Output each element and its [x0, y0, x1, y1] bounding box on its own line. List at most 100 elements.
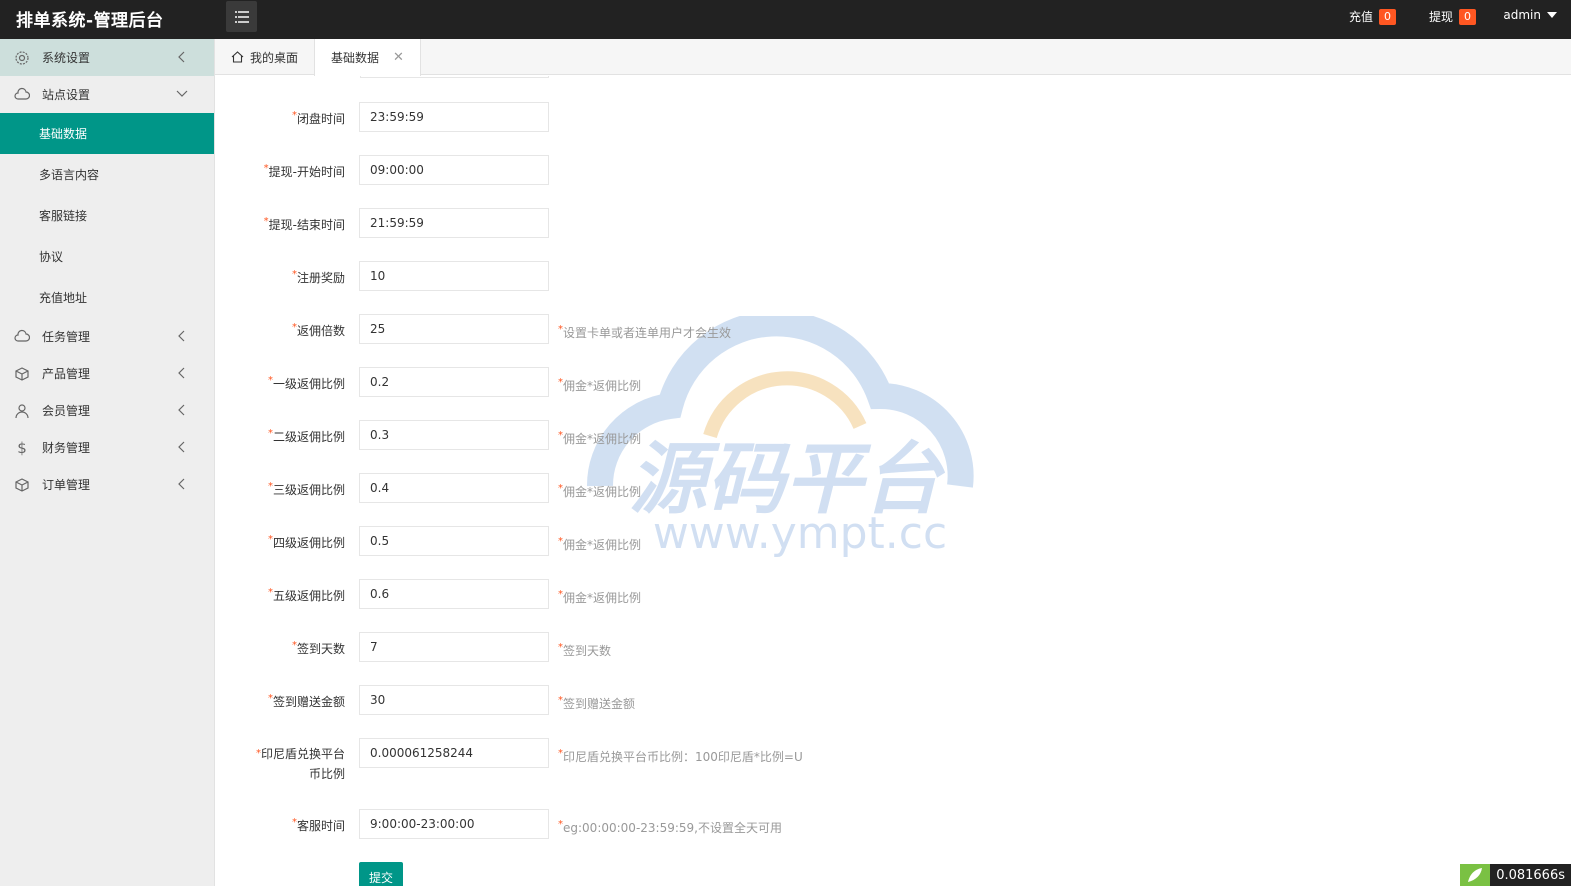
recharge-count-badge: 0	[1379, 8, 1397, 25]
sidebar-group-label: 财务管理	[42, 441, 91, 455]
sidebar-group-members[interactable]: 会员管理	[0, 392, 214, 429]
box-icon	[14, 477, 30, 493]
form-row: *返佣倍数 *设置卡单或者连单用户才会生效	[215, 314, 1215, 344]
list-icon	[234, 10, 249, 23]
recharge-label: 充值	[1349, 10, 1374, 24]
form-row: *客服时间 *eg:00:00:00-23:59:59,不设置全天可用	[215, 809, 1215, 839]
close-icon[interactable]: ✕	[393, 50, 404, 65]
chevron-left-icon	[178, 330, 185, 342]
level3-ratio-input[interactable]	[359, 473, 549, 503]
sidebar-item-agreement[interactable]: 协议	[0, 236, 214, 277]
field-hint: *签到赠送金额	[558, 695, 636, 711]
chevron-left-icon	[178, 51, 185, 63]
chevron-left-icon	[178, 404, 185, 416]
sidebar-group-system-settings[interactable]: 系统设置	[0, 39, 214, 76]
cloud-icon	[14, 329, 30, 345]
sidebar-group-label: 任务管理	[42, 330, 91, 344]
form-row: *四级返佣比例 *佣金*返佣比例	[215, 526, 1215, 556]
form-row: *一级返佣比例 *佣金*返佣比例	[215, 367, 1215, 397]
level2-ratio-input[interactable]	[359, 420, 549, 450]
form-row: *注册奖励	[215, 261, 1215, 291]
app-title: 排单系统-管理后台	[16, 11, 164, 31]
close-time-input[interactable]	[359, 102, 549, 132]
sidebar-group-products[interactable]: 产品管理	[0, 355, 214, 392]
gear-icon	[14, 50, 30, 66]
chevron-left-icon	[178, 478, 185, 490]
field-label: *一级返佣比例	[267, 375, 345, 391]
checkin-bonus-input[interactable]	[359, 685, 549, 715]
withdraw-end-time-input[interactable]	[359, 208, 549, 238]
tab-label: 基础数据	[331, 51, 380, 65]
form-row: *闭盘时间	[215, 102, 1215, 132]
commission-multiplier-input[interactable]	[359, 314, 549, 344]
tab-my-desktop[interactable]: 我的桌面	[215, 39, 314, 75]
sidebar-group-finance[interactable]: $ 财务管理	[0, 429, 214, 466]
field-hint: *设置卡单或者连单用户才会生效	[558, 324, 732, 340]
recharge-link[interactable]: 充值 0	[1349, 8, 1397, 25]
field-hint: *佣金*返佣比例	[558, 536, 642, 552]
sidebar-group-label: 产品管理	[42, 367, 91, 381]
field-label: *四级返佣比例	[267, 534, 345, 550]
field-label: *五级返佣比例	[267, 587, 345, 603]
chevron-left-icon	[178, 441, 185, 453]
form-row: *提现-结束时间	[215, 208, 1215, 238]
field-hint: *eg:00:00:00-23:59:59,不设置全天可用	[558, 819, 782, 835]
withdraw-link[interactable]: 提现 0	[1429, 8, 1477, 25]
field-label: *提现-结束时间	[263, 216, 345, 232]
cloud-icon	[14, 87, 30, 103]
sidebar-item-basic-data[interactable]: 基础数据	[0, 113, 214, 154]
sidebar-group-site-settings[interactable]: 站点设置	[0, 76, 214, 113]
scrolled-field-edge	[360, 76, 549, 78]
leaf-icon	[1460, 864, 1491, 886]
top-header: 排单系统-管理后台 充值 0 提现 0 admin	[0, 0, 1571, 39]
chevron-left-icon	[178, 367, 185, 379]
level4-ratio-input[interactable]	[359, 526, 549, 556]
tab-basic-data[interactable]: 基础数据 ✕	[314, 39, 421, 76]
field-label: *二级返佣比例	[267, 428, 345, 444]
idr-exchange-ratio-input[interactable]	[359, 738, 549, 768]
sidebar-item-service-link[interactable]: 客服链接	[0, 195, 214, 236]
sidebar-group-orders[interactable]: 订单管理	[0, 466, 214, 503]
main-content: 源码平台 www.ympt.cc *闭盘时间 *提现-开始时间 *提现-结束时间…	[215, 76, 1571, 886]
tab-label: 我的桌面	[250, 50, 299, 65]
withdraw-count-badge: 0	[1459, 8, 1477, 25]
field-hint: *佣金*返佣比例	[558, 430, 642, 446]
form-row: *二级返佣比例 *佣金*返佣比例	[215, 420, 1215, 450]
sidebar-item-multilang[interactable]: 多语言内容	[0, 154, 214, 195]
field-hint: *签到天数	[558, 642, 612, 658]
home-icon	[231, 51, 244, 63]
level5-ratio-input[interactable]	[359, 579, 549, 609]
field-label: *签到天数	[291, 640, 345, 656]
user-icon	[14, 403, 30, 419]
form-row: *五级返佣比例 *佣金*返佣比例	[215, 579, 1215, 609]
sidebar-group-tasks[interactable]: 任务管理	[0, 318, 214, 355]
sidebar-group-label: 订单管理	[42, 478, 91, 492]
page-timer: 0.081666s	[1460, 864, 1571, 886]
sidebar-group-label: 站点设置	[42, 88, 91, 102]
field-label: *客服时间	[291, 817, 345, 833]
form-row: *印尼盾兑换平台币比例 *印尼盾兑换平台币比例：100印尼盾*比例=U	[215, 738, 1215, 790]
sidebar-item-recharge-address[interactable]: 充值地址	[0, 277, 214, 318]
withdraw-start-time-input[interactable]	[359, 155, 549, 185]
menu-toggle-button[interactable]	[226, 1, 257, 32]
field-label: *提现-开始时间	[263, 163, 345, 179]
field-label: *闭盘时间	[291, 110, 345, 126]
submit-button[interactable]: 提交	[359, 862, 403, 886]
field-hint: *佣金*返佣比例	[558, 589, 642, 605]
sidebar-group-label: 会员管理	[42, 404, 91, 418]
user-menu[interactable]: admin	[1503, 8, 1557, 22]
service-hours-input[interactable]	[359, 809, 549, 839]
field-hint: *佣金*返佣比例	[558, 483, 642, 499]
page-timer-value: 0.081666s	[1490, 864, 1571, 886]
sidebar: 系统设置 站点设置 基础数据 多语言内容 客服链接 协议 充值地址 任务管理 产…	[0, 39, 215, 886]
form-row: *三级返佣比例 *佣金*返佣比例	[215, 473, 1215, 503]
level1-ratio-input[interactable]	[359, 367, 549, 397]
checkin-days-input[interactable]	[359, 632, 549, 662]
register-bonus-input[interactable]	[359, 261, 549, 291]
field-label: *签到赠送金额	[267, 693, 345, 709]
field-label: *三级返佣比例	[267, 481, 345, 497]
field-hint: *佣金*返佣比例	[558, 377, 642, 393]
chevron-down-icon	[176, 90, 188, 97]
user-name: admin	[1503, 8, 1541, 22]
caret-down-icon	[1547, 12, 1557, 18]
